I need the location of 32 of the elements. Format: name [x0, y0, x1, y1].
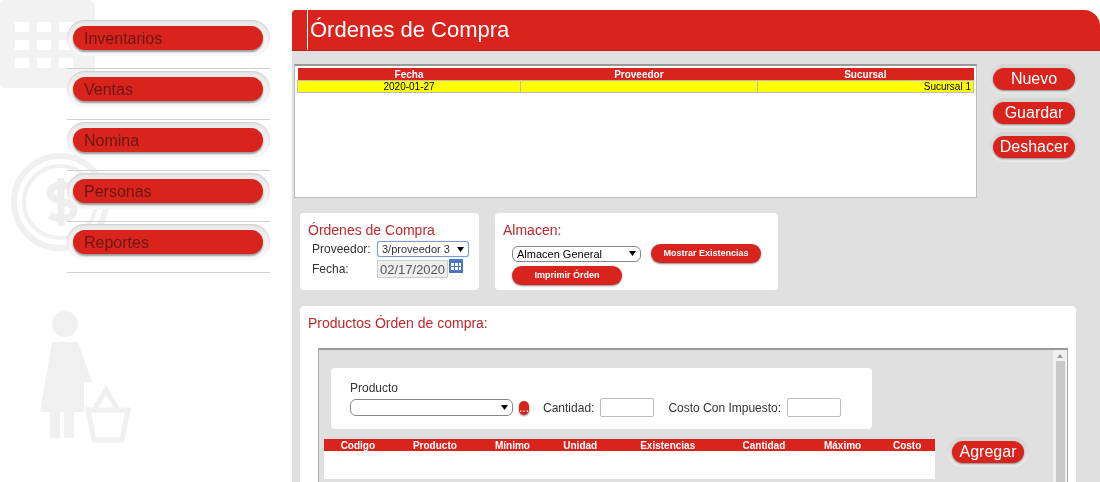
- column-header: Sucursal: [757, 68, 974, 81]
- date-field[interactable]: 02/17/2020: [377, 260, 449, 278]
- column-header: Codigo: [324, 439, 392, 451]
- column-header: Existencias: [613, 439, 722, 451]
- section-title: Productos Órden de compra:: [308, 315, 489, 331]
- browse-button[interactable]: ...: [519, 400, 529, 415]
- field-label: Producto: [350, 381, 399, 395]
- table-cell: Sucursal 1: [757, 80, 974, 93]
- field-label: Proveedor:: [312, 242, 372, 256]
- page-title: Órdenes de Compra: [307, 10, 510, 50]
- add-button[interactable]: Agregar: [952, 441, 1024, 463]
- section-title: Órdenes de Compra: [308, 222, 436, 238]
- table-cell: 2020-01-27: [297, 80, 521, 93]
- supplier-select[interactable]: 3/proveedor 3: [377, 241, 469, 257]
- action-button[interactable]: Nuevo: [993, 68, 1075, 90]
- column-header: Producto: [391, 439, 479, 451]
- column-header: Cantidad: [721, 439, 806, 451]
- column-header: Unidad: [546, 439, 614, 451]
- field-label: Fecha:: [312, 262, 350, 276]
- action-button[interactable]: Imprimir Órden: [512, 266, 622, 285]
- column-header: Costo: [879, 439, 935, 451]
- action-button[interactable]: Deshacer: [993, 136, 1075, 158]
- column-header: Proveedor: [520, 68, 758, 81]
- field-label: Cantidad:: [543, 400, 595, 415]
- field-label: Costo Con Impuesto:: [668, 400, 782, 415]
- column-header: Máximo: [805, 439, 880, 451]
- column-header: Mínimo: [478, 439, 547, 451]
- action-button[interactable]: Mostrar Existencias: [651, 244, 761, 263]
- action-button[interactable]: Guardar: [993, 102, 1075, 124]
- column-header: Fecha: [297, 68, 521, 81]
- section-title: Almacen:: [503, 222, 563, 238]
- warehouse-select[interactable]: Almacen General: [512, 245, 641, 262]
